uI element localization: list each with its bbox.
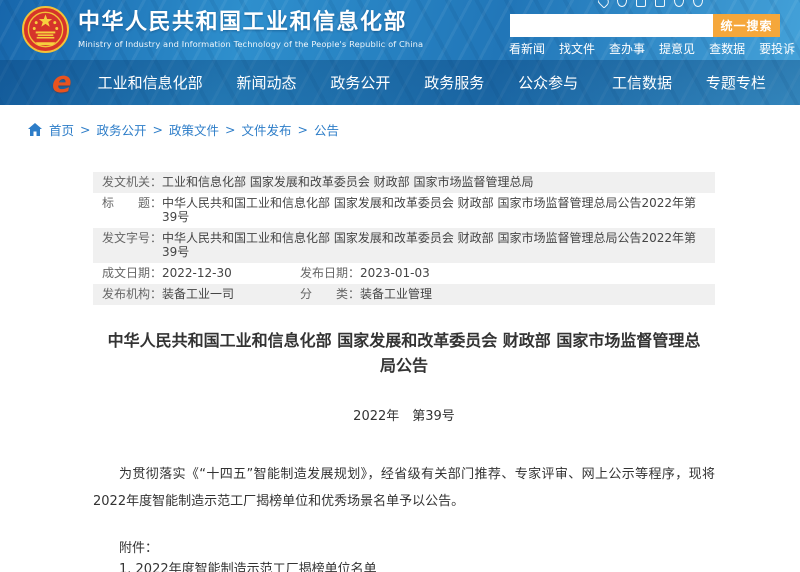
document-title: 中华人民共和国工业和信息化部 国家发展和改革委员会 财政部 国家市场监督管理总局…: [104, 328, 704, 378]
meta-label: 成文日期：: [102, 266, 162, 280]
breadcrumb-home[interactable]: 首页: [49, 120, 74, 139]
quick-link-complaints[interactable]: 要投诉: [759, 40, 795, 57]
quick-link-news[interactable]: 看新闻: [509, 40, 545, 57]
meta-row-title: 标 题： 中华人民共和国工业和信息化部 国家发展和改革委员会 财政部 国家市场监…: [93, 193, 715, 228]
site-title: 中华人民共和国工业和信息化部: [78, 10, 423, 36]
quick-link-data[interactable]: 查数据: [709, 40, 745, 57]
attachments-label: 附件：: [119, 541, 158, 556]
nav-item-gov-open[interactable]: 政务公开: [330, 72, 390, 93]
meta-row-issuing-agency: 发文机关： 工业和信息化部 国家发展和改革委员会 财政部 国家市场监督管理总局: [93, 172, 715, 193]
meta-value: 2023-01-03: [360, 266, 430, 280]
home-icon[interactable]: [28, 123, 42, 136]
breadcrumb-separator: >: [298, 122, 308, 137]
quick-link-documents[interactable]: 找文件: [559, 40, 595, 57]
breadcrumb-announcement[interactable]: 公告: [314, 120, 339, 139]
meta-value: 中华人民共和国工业和信息化部 国家发展和改革委员会 财政部 国家市场监督管理总局…: [162, 196, 706, 224]
breadcrumb-policy-docs[interactable]: 政策文件: [169, 120, 219, 139]
document-area: 发文机关： 工业和信息化部 国家发展和改革委员会 财政部 国家市场监督管理总局 …: [93, 172, 715, 572]
meta-value: 中华人民共和国工业和信息化部 国家发展和改革委员会 财政部 国家市场监督管理总局…: [162, 231, 706, 259]
quick-links: 看新闻 找文件 查办事 提意见 查数据 要投诉: [509, 40, 795, 57]
nav-item-topics[interactable]: 专题专栏: [706, 72, 766, 93]
meta-row-publisher-category: 发布机构： 装备工业一司 分 类： 装备工业管理: [93, 284, 715, 305]
nav-item-data[interactable]: 工信数据: [612, 72, 672, 93]
meta-label: 发文机关：: [102, 175, 162, 189]
breadcrumb-doc-release[interactable]: 文件发布: [242, 120, 292, 139]
meta-label: 标 题：: [102, 196, 162, 224]
meta-row-dates: 成文日期： 2022-12-30 发布日期： 2023-01-03: [93, 263, 715, 284]
nav-items: 工业和信息化部 新闻动态 政务公开 政务服务 公众参与 工信数据 专题专栏: [98, 72, 766, 93]
site-banner: 中华人民共和国工业和信息化部 Ministry of Industry and …: [0, 0, 800, 105]
breadcrumb: 首页 > 政务公开 > 政策文件 > 文件发布 > 公告: [28, 120, 800, 139]
document-issue-number: 2022年 第39号: [93, 405, 715, 424]
wechat-icon[interactable]: [674, 0, 684, 7]
quick-link-suggestions[interactable]: 提意见: [659, 40, 695, 57]
miit-e-logo[interactable]: e: [52, 60, 72, 105]
meta-row-doc-number: 发文字号： 中华人民共和国工业和信息化部 国家发展和改革委员会 财政部 国家市场…: [93, 228, 715, 263]
national-emblem-icon: [22, 6, 69, 53]
nav-item-news[interactable]: 新闻动态: [237, 72, 297, 93]
meta-label: 发布日期：: [300, 266, 360, 280]
breadcrumb-separator: >: [225, 122, 235, 137]
banner-top: 中华人民共和国工业和信息化部 Ministry of Industry and …: [0, 0, 800, 60]
unified-search-button[interactable]: 统一搜索: [713, 14, 780, 37]
main-nav: e 工业和信息化部 新闻动态 政务公开 政务服务 公众参与 工信数据 专题专栏: [0, 60, 800, 105]
masthead-home-link[interactable]: 中华人民共和国工业和信息化部 Ministry of Industry and …: [22, 6, 423, 53]
nav-item-gov-services[interactable]: 政务服务: [424, 72, 484, 93]
meta-value: 装备工业一司: [162, 287, 234, 301]
attachments-section: 附件： 1. 2022年度智能制造示范工厂揭榜单位名单 2. 2022年度智能制…: [93, 538, 715, 572]
meta-label: 发布机构：: [102, 287, 162, 301]
search-box: 统一搜索: [510, 14, 780, 37]
accessibility-icon[interactable]: [693, 0, 703, 7]
location-pin-icon[interactable]: [598, 0, 611, 8]
breadcrumb-gov-open[interactable]: 政务公开: [97, 120, 147, 139]
meta-label: 分 类：: [300, 287, 360, 301]
meta-value: 2022-12-30: [162, 266, 232, 280]
mail-icon[interactable]: [655, 0, 665, 7]
title-block: 中华人民共和国工业和信息化部 Ministry of Industry and …: [78, 10, 423, 49]
search-input[interactable]: [510, 14, 713, 37]
document-body-paragraph: 为贯彻落实《“十四五”智能制造发展规划》，经省级有关部门推荐、专家评审、网上公示…: [93, 461, 715, 515]
meta-label: 发文字号：: [102, 231, 162, 259]
mobile-icon[interactable]: [636, 0, 646, 7]
nav-item-miit[interactable]: 工业和信息化部: [98, 72, 203, 93]
breadcrumb-separator: >: [80, 122, 90, 137]
document-meta-table: 发文机关： 工业和信息化部 国家发展和改革委员会 财政部 国家市场监督管理总局 …: [93, 172, 715, 305]
quick-link-services[interactable]: 查办事: [609, 40, 645, 57]
meta-value: 装备工业管理: [360, 287, 432, 301]
meta-value: 工业和信息化部 国家发展和改革委员会 财政部 国家市场监督管理总局: [162, 175, 533, 189]
utility-icon-row: [598, 0, 723, 8]
attachment-link-1[interactable]: 1. 2022年度智能制造示范工厂揭榜单位名单: [119, 559, 715, 572]
site-subtitle: Ministry of Industry and Information Tec…: [78, 39, 423, 49]
clock-icon[interactable]: [617, 0, 627, 7]
nav-item-participation[interactable]: 公众参与: [518, 72, 578, 93]
breadcrumb-separator: >: [153, 122, 163, 137]
